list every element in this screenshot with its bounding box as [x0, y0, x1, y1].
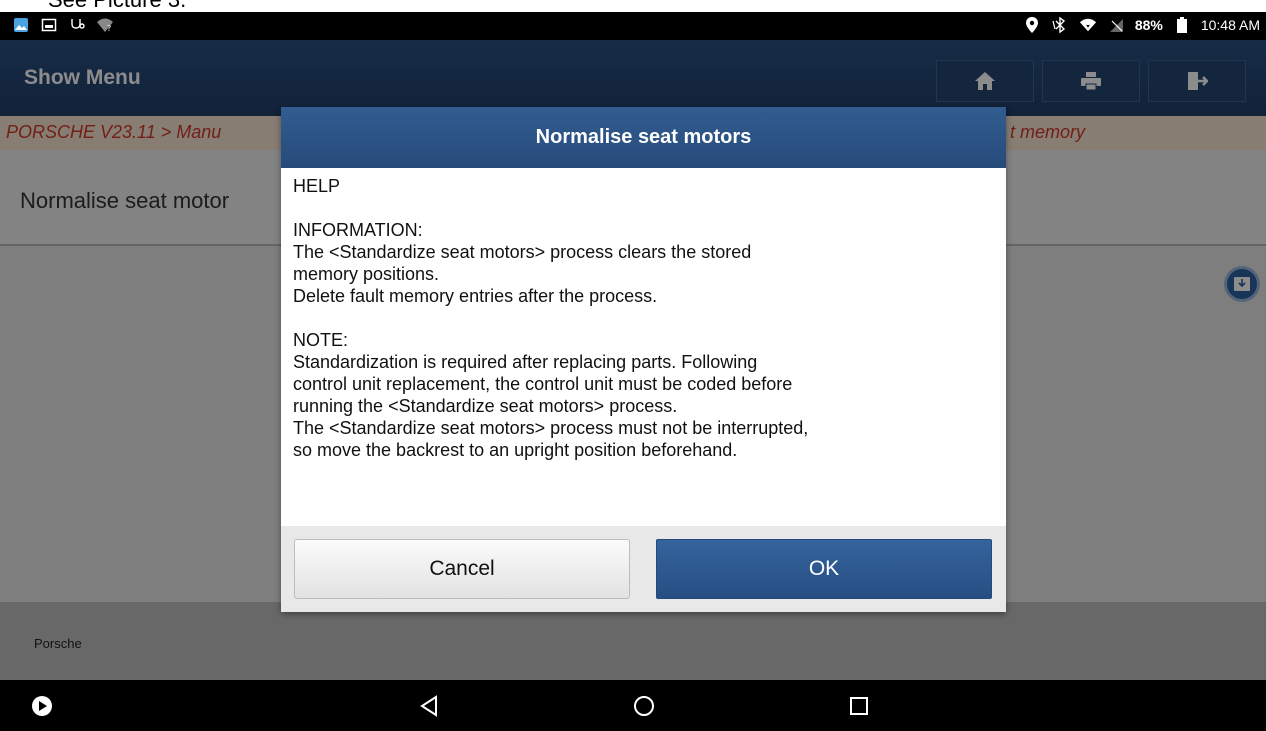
dialog-button-row: Cancel OK: [281, 526, 1006, 612]
screen-record-button[interactable]: [28, 692, 56, 720]
battery-icon: [1173, 16, 1191, 34]
screen-record-icon: [32, 696, 52, 716]
dialog-title: Normalise seat motors: [281, 107, 1006, 168]
screenshot-icon: [40, 16, 58, 34]
svg-text:?: ?: [107, 24, 111, 33]
back-icon: [420, 695, 437, 717]
status-bar: ? 88% 10:48 AM: [0, 12, 1266, 40]
no-signal-icon: [1107, 16, 1125, 34]
gallery-icon: [12, 16, 30, 34]
home-nav-button[interactable]: [630, 692, 658, 720]
status-icons-left: ?: [12, 16, 114, 34]
status-time: 10:48 AM: [1200, 17, 1260, 33]
normalise-dialog: Normalise seat motors HELP INFORMATION: …: [281, 107, 1006, 612]
dialog-body: HELP INFORMATION: The <Standardize seat …: [281, 168, 1006, 526]
recents-icon: [850, 697, 868, 715]
system-nav-bar: [0, 680, 1266, 731]
wifi-question-icon: ?: [96, 16, 114, 34]
status-icons-right: 88% 10:48 AM: [1023, 16, 1260, 34]
back-button[interactable]: [415, 692, 443, 720]
diagnostic-icon: [68, 16, 86, 34]
battery-percent: 88%: [1134, 17, 1163, 33]
home-circle-icon: [634, 696, 654, 716]
recents-button[interactable]: [845, 692, 873, 720]
bluetooth-icon: [1051, 16, 1069, 34]
wifi-icon: [1079, 16, 1097, 34]
dialog-body-text: HELP INFORMATION: The <Standardize seat …: [293, 176, 809, 460]
location-icon: [1023, 16, 1041, 34]
page-caption: See Picture 3.: [0, 0, 1266, 12]
ok-button[interactable]: OK: [656, 539, 992, 599]
cancel-button[interactable]: Cancel: [294, 539, 630, 599]
caption-text: See Picture 3.: [48, 0, 186, 12]
